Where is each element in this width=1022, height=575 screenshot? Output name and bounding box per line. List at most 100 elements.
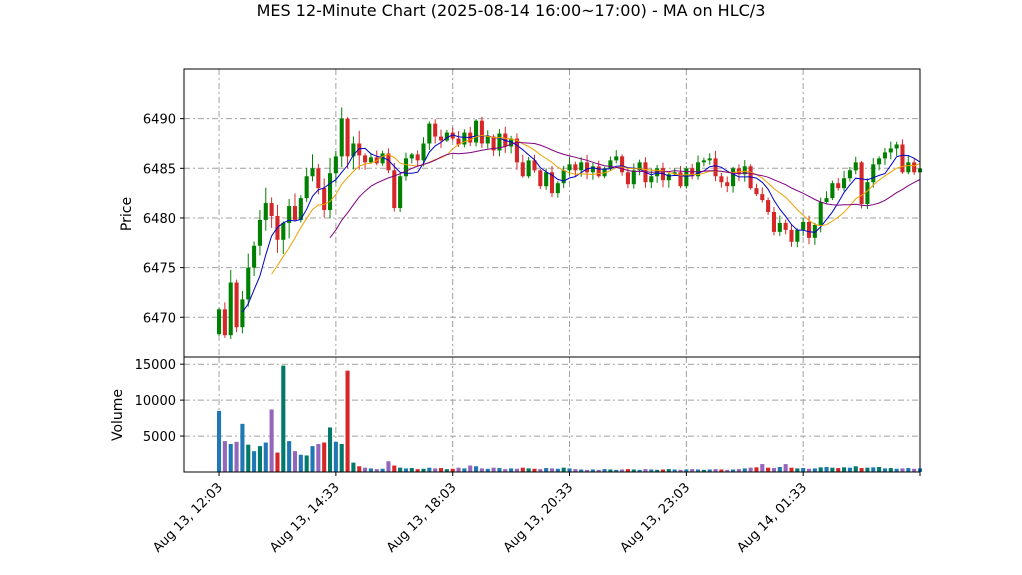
price-axis-label: Price: [119, 197, 135, 231]
candle-body-31: [398, 176, 403, 209]
candle-body-62: [579, 162, 584, 171]
volume-bar-10: [275, 452, 280, 472]
volume-bar-99: [795, 468, 800, 472]
volume-bar-0: [217, 410, 222, 472]
volume-bar-60: [567, 468, 572, 472]
volume-bar-106: [836, 468, 841, 472]
candle-body-65: [596, 166, 601, 177]
volume-bar-56: [544, 468, 549, 472]
candle-body-9: [269, 203, 274, 216]
candle-body-4: [240, 299, 245, 328]
candle-body-11: [281, 222, 286, 240]
candle-body-116: [894, 144, 899, 149]
volume-bar-7: [257, 446, 262, 472]
volume-bar-91: [748, 467, 753, 472]
volume-bar-97: [783, 464, 788, 472]
candle-body-105: [830, 183, 835, 199]
volume-bar-95: [771, 468, 777, 472]
volume-bar-18: [322, 442, 327, 472]
candle-body-38: [438, 136, 444, 141]
candle-body-3: [234, 282, 239, 328]
volume-bar-52: [520, 467, 525, 472]
candle-body-45: [479, 120, 484, 144]
candle-body-53: [526, 160, 531, 177]
candle-body-86: [719, 176, 724, 183]
candle-body-64: [590, 166, 595, 173]
candle-body-114: [882, 152, 887, 159]
volume-tick-label-1: 10000: [135, 394, 176, 409]
candle-body-95: [771, 212, 777, 232]
volume-bar-107: [842, 467, 847, 472]
chart-title: MES 12-Minute Chart (2025-08-14 16:00~17…: [257, 1, 766, 20]
volume-bar-6: [252, 451, 257, 472]
volume-bar-20: [333, 441, 338, 472]
volume-bar-19: [327, 427, 333, 472]
candle-body-63: [585, 162, 590, 173]
volume-bar-14: [298, 454, 303, 472]
candle-body-13: [292, 206, 298, 220]
volume-bar-112: [871, 467, 876, 472]
candle-body-93: [760, 194, 765, 201]
candle-body-0: [217, 309, 222, 335]
price-tick-label-2: 6480: [143, 212, 176, 227]
candle-body-113: [877, 158, 882, 165]
volume-bar-100: [801, 468, 806, 472]
volume-bar-1: [222, 441, 227, 472]
volume-bar-42: [462, 468, 467, 472]
candle-body-35: [421, 143, 426, 161]
candle-body-100: [801, 221, 806, 230]
candle-body-56: [544, 172, 549, 187]
candle-body-16: [310, 168, 315, 177]
volume-panel: 5000 10000 15000 Volume: [110, 356, 923, 473]
volume-bar-2: [228, 443, 233, 472]
candle-body-46: [485, 136, 490, 144]
volume-bar-92: [754, 467, 759, 472]
candle-body-33: [409, 154, 414, 159]
volume-bar-22: [345, 370, 350, 472]
candle-body-22: [345, 118, 350, 157]
candle-body-5: [246, 267, 251, 300]
price-panel: 6470 6475 6480 6485 6490 Price: [119, 68, 923, 358]
volume-bar-9: [269, 409, 274, 472]
price-tick-label-3: 6485: [143, 162, 176, 177]
candle-body-117: [900, 144, 905, 173]
volume-bar-43: [468, 465, 473, 472]
candle-body-44: [474, 120, 479, 143]
volume-bar-48: [497, 468, 502, 472]
candle-body-110: [859, 162, 864, 205]
volume-bar-24: [357, 466, 362, 472]
volume-bar-5: [246, 444, 251, 472]
candle-body-94: [766, 200, 771, 213]
candle-body-112: [871, 164, 876, 183]
candle-body-20: [333, 156, 338, 174]
volume-bar-41: [456, 467, 461, 472]
price-tick-label-4: 6490: [143, 113, 176, 128]
candle-body-85: [713, 158, 718, 177]
candle-body-17: [316, 168, 321, 189]
volume-bar-11: [281, 365, 286, 472]
candle-body-36: [427, 123, 432, 144]
candle-body-52: [520, 162, 525, 177]
volume-bar-109: [853, 466, 858, 472]
candle-body-115: [888, 148, 893, 153]
volume-bar-93: [760, 464, 765, 472]
candle-body-1: [222, 309, 227, 336]
candle-body-15: [304, 176, 309, 199]
volume-bar-25: [363, 467, 368, 472]
candle-body-119: [912, 162, 917, 173]
volume-bar-103: [818, 467, 823, 472]
volume-bar-57: [549, 468, 555, 472]
volume-bar-15: [304, 455, 309, 472]
candle-body-118: [906, 162, 911, 173]
candle-body-55: [538, 170, 543, 187]
candle-body-58: [555, 183, 560, 194]
candle-body-83: [701, 160, 706, 163]
candle-body-74: [649, 176, 654, 183]
volume-bar-98: [789, 467, 794, 472]
volume-axis-label: Volume: [110, 389, 126, 441]
candle-body-6: [252, 245, 257, 268]
volume-bar-53: [526, 468, 531, 472]
candle-body-109: [853, 162, 858, 171]
volume-bar-12: [287, 441, 292, 472]
x-tick-label-4: Aug 13, 23:03: [618, 480, 694, 556]
